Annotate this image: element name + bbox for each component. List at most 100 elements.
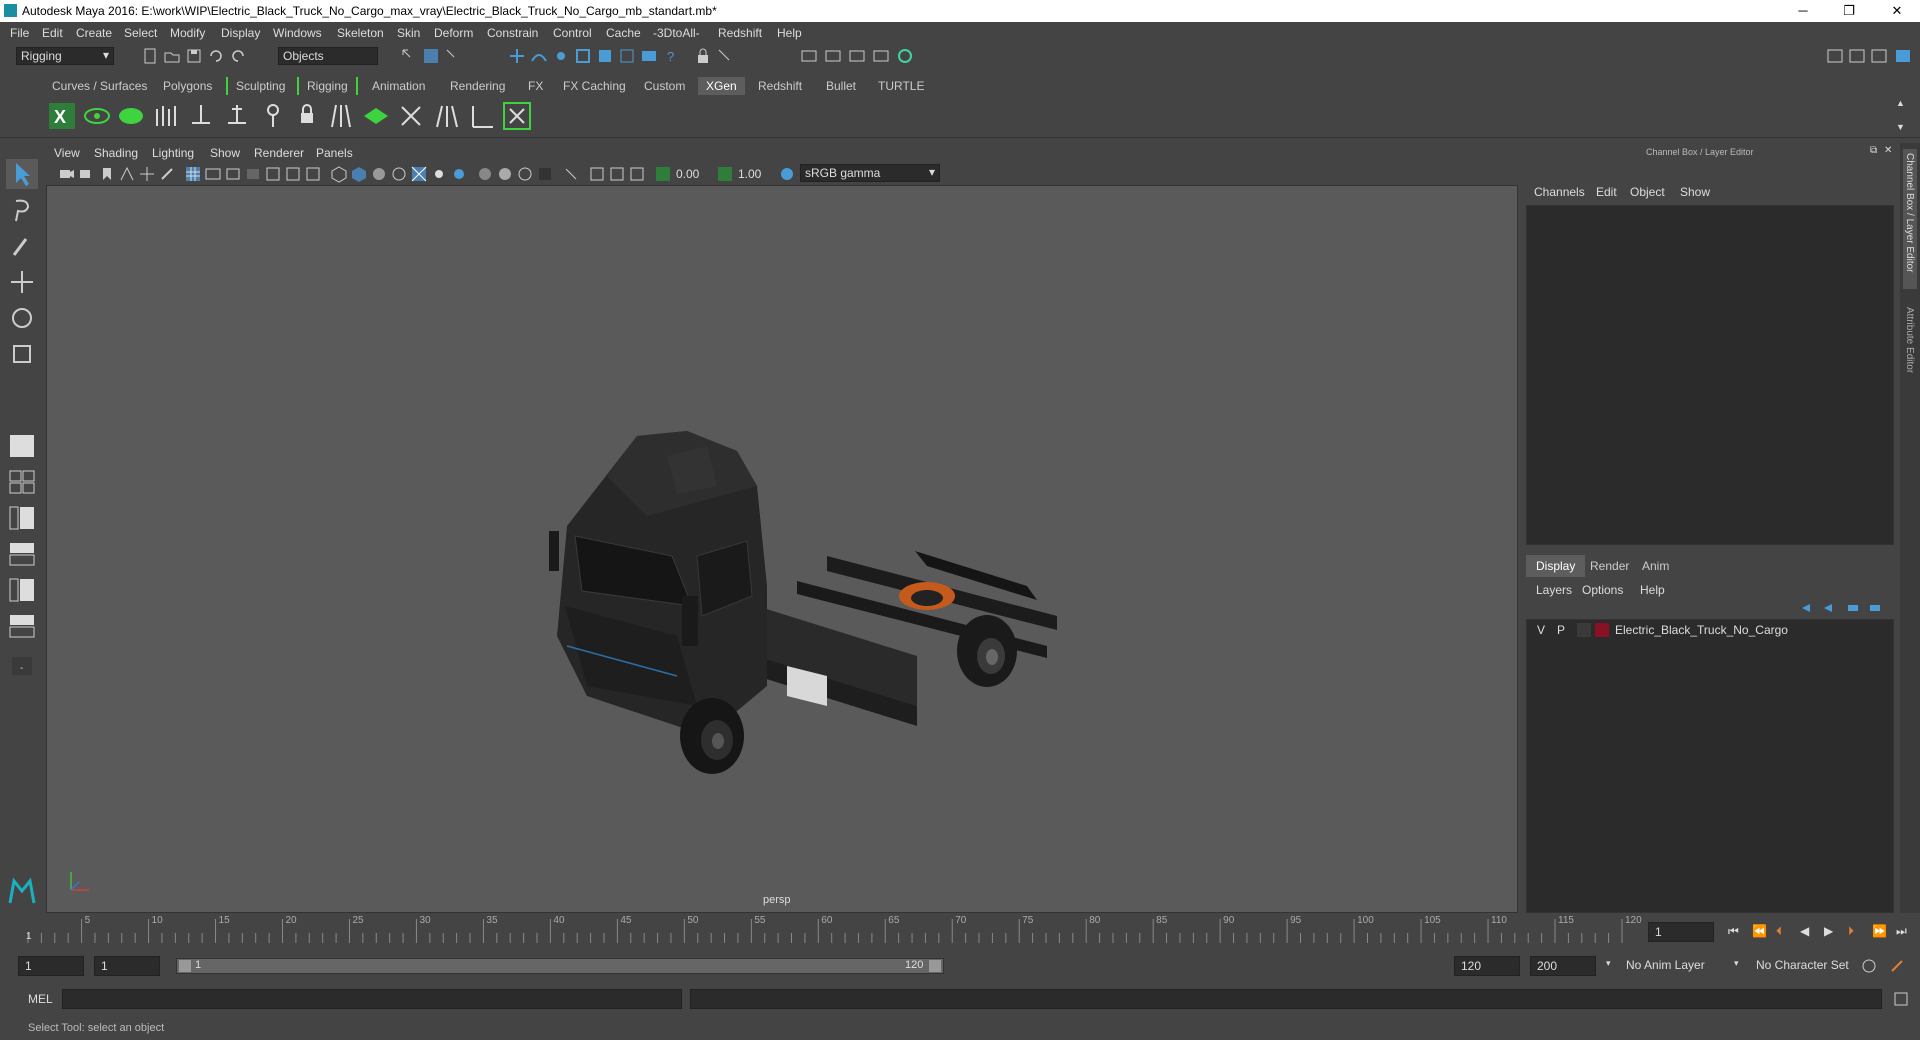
layer-menu-layers[interactable]: Layers <box>1536 583 1572 597</box>
xgen-guides-icon[interactable] <box>152 101 182 131</box>
tool-settings-toggle-icon[interactable] <box>1870 47 1888 65</box>
play-backward-icon[interactable]: ◀ <box>1800 924 1809 938</box>
depth-of-field-icon[interactable] <box>536 165 554 183</box>
field-chart-icon[interactable] <box>264 165 282 183</box>
tab-anim[interactable]: Anim <box>1632 555 1679 577</box>
select-by-object-icon[interactable] <box>422 47 440 65</box>
menu-help[interactable]: Help <box>777 26 802 40</box>
four-view-layout-icon[interactable] <box>6 467 38 497</box>
side-tab-channel-box[interactable]: Channel Box / Layer Editor <box>1903 149 1917 289</box>
gamma-icon[interactable] <box>716 165 734 183</box>
playback-start-field[interactable]: 1 <box>94 956 160 976</box>
wireframe-on-shaded-icon[interactable] <box>390 165 408 183</box>
rotate-tool-icon[interactable] <box>6 303 38 333</box>
hypershade-icon[interactable] <box>896 47 914 65</box>
persp-hypershade-layout-icon[interactable] <box>6 575 38 605</box>
menu-deform[interactable]: Deform <box>434 26 473 40</box>
xgen-description-icon[interactable] <box>116 101 146 131</box>
tab-custom[interactable]: Custom <box>636 77 693 95</box>
tab-animation[interactable]: Animation <box>364 77 433 95</box>
snap-to-grid-icon[interactable] <box>508 47 526 65</box>
paint-select-tool-icon[interactable] <box>6 231 38 261</box>
menu-create[interactable]: Create <box>76 26 112 40</box>
cb-menu-show[interactable]: Show <box>1680 185 1710 199</box>
xgen-noise-icon[interactable] <box>502 101 532 131</box>
menu-windows[interactable]: Windows <box>273 26 322 40</box>
xgen-region-icon[interactable] <box>258 101 288 131</box>
lasso-tool-icon[interactable] <box>6 195 38 225</box>
minimize-button[interactable]: ─ <box>1780 0 1826 22</box>
xgen-preview-icon[interactable] <box>82 101 112 131</box>
menu-display[interactable]: Display <box>221 26 260 40</box>
range-slider-start-handle[interactable] <box>179 960 191 972</box>
safe-title-icon[interactable] <box>304 165 322 183</box>
bookmark-icon[interactable] <box>98 165 116 183</box>
tab-sculpting[interactable]: Sculpting <box>226 77 293 95</box>
save-scene-icon[interactable] <box>185 47 203 65</box>
tab-fx[interactable]: FX <box>520 77 551 95</box>
grease-pencil-icon[interactable] <box>158 165 176 183</box>
close-button[interactable]: ✕ <box>1874 0 1920 22</box>
render-view-icon[interactable] <box>800 47 818 65</box>
tab-rendering[interactable]: Rendering <box>442 77 513 95</box>
grid-toggle-icon[interactable] <box>184 165 202 183</box>
outliner-persp-layout-icon[interactable] <box>6 611 38 641</box>
menu-control[interactable]: Control <box>553 26 592 40</box>
channel-box-toggle-icon[interactable] <box>1894 47 1912 65</box>
xgen-length-icon[interactable] <box>468 101 498 131</box>
command-input[interactable] <box>62 989 682 1009</box>
layer-visibility-toggle[interactable]: V <box>1537 623 1545 637</box>
camera-select-icon[interactable] <box>58 165 76 183</box>
construction-history-icon[interactable] <box>640 47 658 65</box>
character-set-dropdown[interactable]: No Character Set <box>1750 956 1868 976</box>
script-language-toggle[interactable]: MEL <box>28 992 53 1006</box>
animation-start-field[interactable]: 1 <box>18 956 84 976</box>
xray-components-icon[interactable] <box>608 165 626 183</box>
new-layer-icon[interactable] <box>1844 599 1862 617</box>
playback-end-field[interactable]: 120 <box>1454 956 1520 976</box>
2d-pan-zoom-icon[interactable] <box>138 165 156 183</box>
xgen-guide-sculpt-icon[interactable] <box>222 101 252 131</box>
auto-key-icon[interactable] <box>1860 957 1878 975</box>
render-settings-icon[interactable] <box>872 47 890 65</box>
close-panel-icon[interactable]: ✕ <box>1884 145 1892 156</box>
gamma-value[interactable]: 1.00 <box>738 167 761 181</box>
move-tool-icon[interactable] <box>6 267 38 297</box>
snap-live-icon[interactable] <box>596 47 614 65</box>
menu-select[interactable]: Select <box>124 26 157 40</box>
layer-menu-options[interactable]: Options <box>1582 583 1623 597</box>
menu-edit[interactable]: Edit <box>42 26 63 40</box>
tab-turtle[interactable]: TURTLE <box>870 77 932 95</box>
select-by-hierarchy-icon[interactable] <box>400 47 418 65</box>
tab-display[interactable]: Display <box>1526 555 1586 577</box>
chevron-down-icon[interactable]: ▾ <box>1734 958 1739 969</box>
layer-type-toggle[interactable] <box>1577 623 1591 637</box>
vp-menu-renderer[interactable]: Renderer <box>254 146 304 160</box>
cb-menu-channels[interactable]: Channels <box>1534 185 1585 199</box>
new-scene-icon[interactable] <box>141 47 159 65</box>
menu-modify[interactable]: Modify <box>170 26 205 40</box>
select-highlight-icon[interactable] <box>716 47 734 65</box>
smooth-shade-icon[interactable] <box>350 165 368 183</box>
xgen-editor-icon[interactable]: X <box>47 101 77 131</box>
exposure-value[interactable]: 0.00 <box>676 167 699 181</box>
select-tool-icon[interactable] <box>6 159 38 189</box>
modeling-toolkit-icon[interactable] <box>1826 47 1844 65</box>
persp-outliner-layout-icon[interactable] <box>6 503 38 533</box>
gate-mask-icon[interactable] <box>244 165 262 183</box>
layer-playback-toggle[interactable]: P <box>1557 623 1565 637</box>
move-layer-up-icon[interactable] <box>1798 599 1816 617</box>
go-to-end-icon[interactable]: ⏭ <box>1896 924 1907 939</box>
vp-menu-view[interactable]: View <box>54 146 80 160</box>
lock-icon[interactable] <box>694 47 712 65</box>
tab-rigging[interactable]: Rigging <box>297 77 358 95</box>
vp-menu-shading[interactable]: Shading <box>94 146 138 160</box>
layout-more-icon[interactable]: - <box>6 651 38 681</box>
xgen-interactive-groom-icon[interactable] <box>326 101 356 131</box>
resolution-gate-icon[interactable] <box>224 165 242 183</box>
open-scene-icon[interactable] <box>163 47 181 65</box>
snap-to-view-plane-icon[interactable] <box>574 47 592 65</box>
menu-skeleton[interactable]: Skeleton <box>337 26 384 40</box>
snap-to-curve-icon[interactable] <box>530 47 548 65</box>
move-layer-down-icon[interactable] <box>1820 599 1838 617</box>
